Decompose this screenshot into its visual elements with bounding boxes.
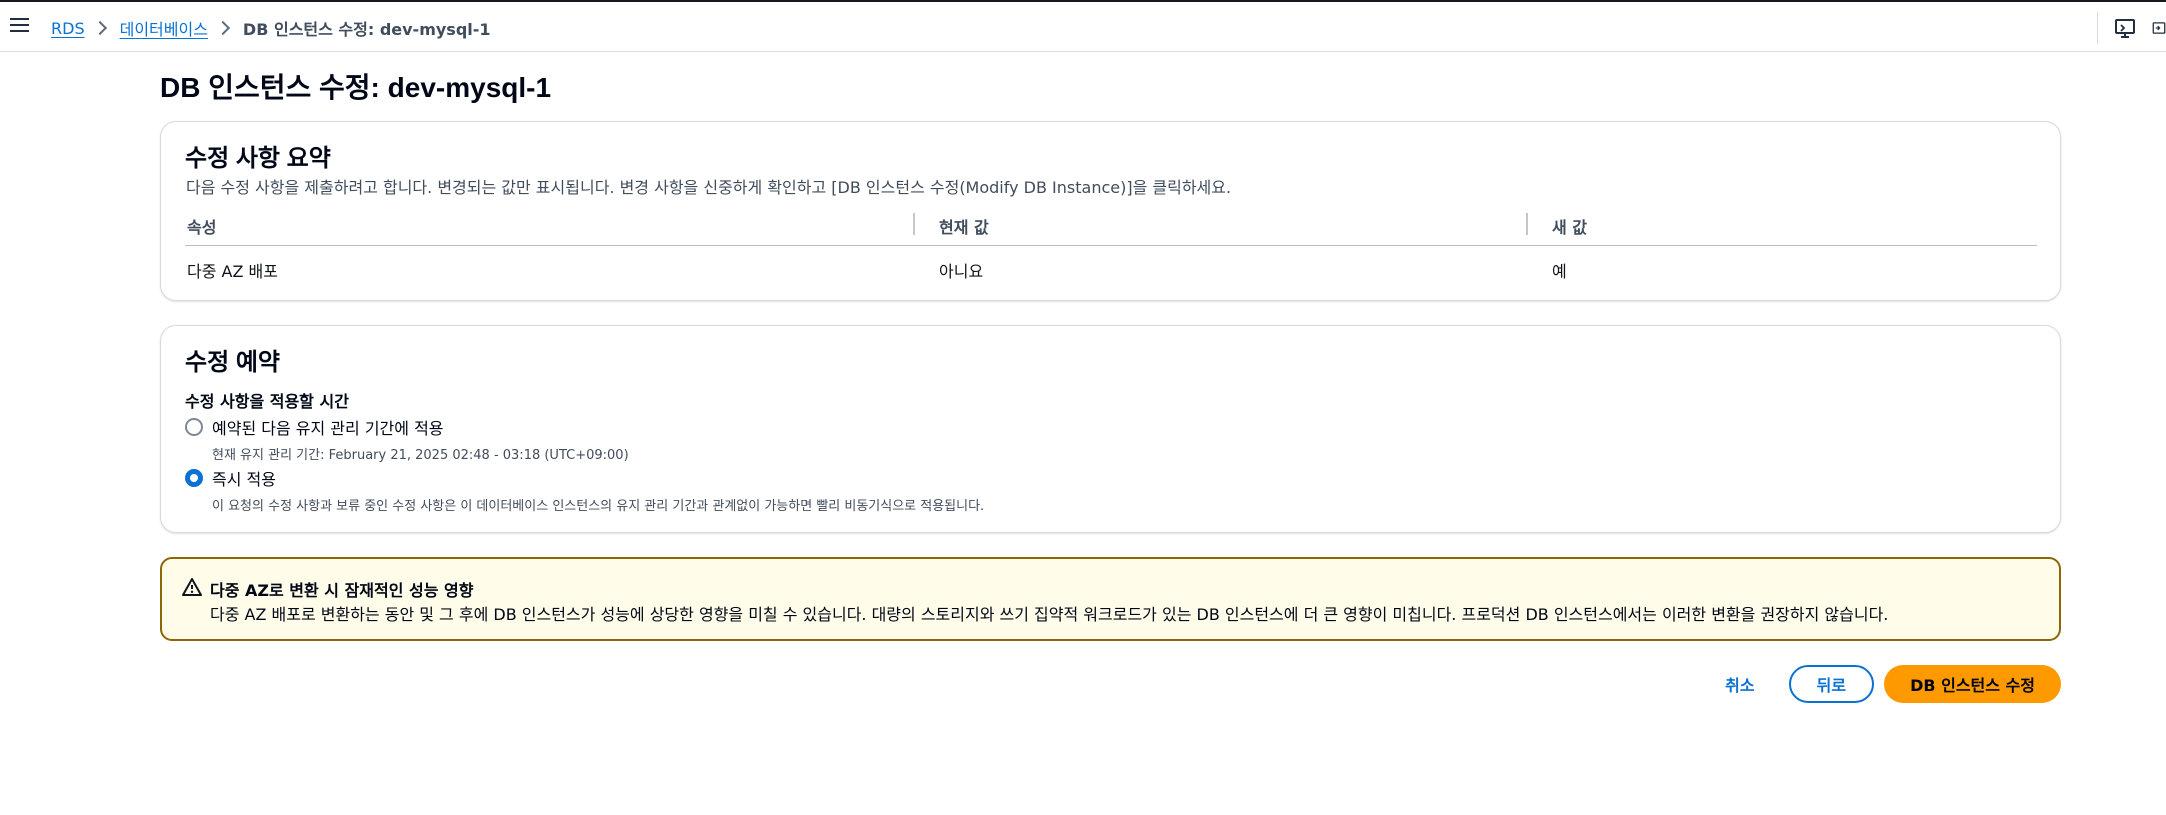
column-header-new-value: 새 값 [1552,218,1588,237]
breadcrumb: RDS 데이터베이스 DB 인스턴스 수정: dev-mysql-1 [51,16,491,40]
summary-description: 다음 수정 사항을 제출하려고 합니다. 변경되는 값만 표시됩니다. 변경 사… [186,178,1232,197]
radio-button-next-maintenance[interactable] [185,418,203,436]
breadcrumb-link-databases[interactable]: 데이터베이스 [120,16,208,40]
column-divider [1526,213,1528,235]
radio-option-apply-immediately[interactable]: 즉시 적용 이 요청의 수정 사항과 보류 중인 수정 사항은 이 데이터베이스… [185,466,984,514]
table-header: 속성 현재 값 새 값 [185,210,2037,246]
radio-description: 현재 유지 관리 기간: February 21, 2025 02:48 - 0… [212,448,629,463]
menu-icon[interactable] [10,18,29,34]
feedback-monitor-icon[interactable] [2114,17,2136,39]
modification-summary-panel: 수정 사항 요약 다음 수정 사항을 제출하려고 합니다. 변경되는 값만 표시… [160,121,2061,301]
alert-title: 다중 AZ로 변환 시 잠재적인 성능 영향 [210,581,474,600]
radio-description: 이 요청의 수정 사항과 보류 중인 수정 사항은 이 데이터베이스 인스턴스의… [212,499,985,514]
cell-current-value: 아니요 [939,262,984,281]
warning-alert: 다중 AZ로 변환 시 잠재적인 성능 영향 다중 AZ 배포로 변환하는 동안… [160,557,2061,641]
alert-body: 다중 AZ 배포로 변환하는 동안 및 그 후에 DB 인스턴스가 성능에 상당… [210,605,1889,624]
modify-db-instance-button[interactable]: DB 인스턴스 수정 [1884,665,2061,703]
top-right-tools [2097,12,2166,44]
breadcrumb-current: DB 인스턴스 수정: dev-mysql-1 [242,20,491,39]
schedule-title: 수정 예약 [185,349,280,376]
cell-attribute: 다중 AZ 배포 [187,262,278,281]
cell-new-value: 예 [1552,262,1567,281]
chevron-right-icon [215,20,230,36]
summary-title: 수정 사항 요약 [185,145,331,172]
column-header-current-value: 현재 값 [939,218,989,237]
page-title: DB 인스턴스 수정: dev-mysql-1 [160,72,552,103]
divider [2097,12,2098,44]
warning-icon [182,578,202,596]
radio-option-next-maintenance[interactable]: 예약된 다음 유지 관리 기간에 적용 현재 유지 관리 기간: Februar… [185,415,629,463]
apply-time-label: 수정 사항을 적용할 시간 [185,392,349,411]
form-actions: 취소 뒤로 DB 인스턴스 수정 [1701,664,2061,704]
radio-button-apply-immediately[interactable] [185,469,203,487]
cancel-button[interactable]: 취소 [1701,664,1778,704]
top-navigation-bar: RDS 데이터베이스 DB 인스턴스 수정: dev-mysql-1 [0,0,2166,52]
panel-toggle-icon[interactable] [2152,17,2166,39]
chevron-right-icon [92,20,107,36]
modification-schedule-panel: 수정 예약 수정 사항을 적용할 시간 예약된 다음 유지 관리 기간에 적용 … [160,325,2061,533]
column-divider [913,213,915,235]
radio-label: 즉시 적용 [212,470,276,489]
breadcrumb-link-rds[interactable]: RDS [51,19,85,38]
back-button[interactable]: 뒤로 [1788,665,1875,703]
radio-label: 예약된 다음 유지 관리 기간에 적용 [212,419,444,438]
column-header-attribute: 속성 [187,218,217,237]
